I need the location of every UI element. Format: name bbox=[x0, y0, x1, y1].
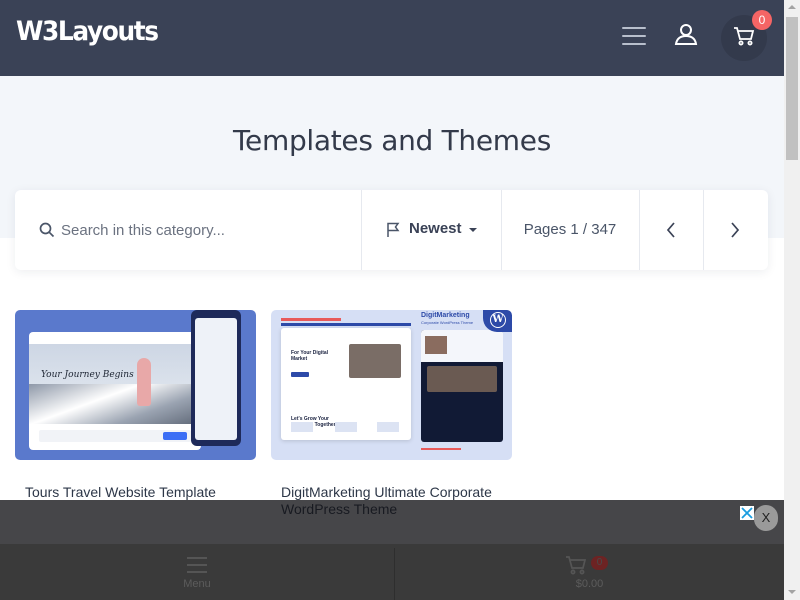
search-box[interactable] bbox=[15, 190, 361, 270]
thumb-script-text: Your Journey Begins bbox=[41, 370, 134, 380]
site-header: W3Layouts 0 bbox=[0, 0, 784, 76]
thumb-heading: For Your Digital Market bbox=[291, 350, 329, 362]
page: W3Layouts 0 Templates and Themes Search … bbox=[0, 0, 784, 600]
prev-page-button[interactable] bbox=[639, 190, 704, 270]
wordpress-icon: W bbox=[483, 310, 512, 332]
cart-count-badge: 0 bbox=[591, 556, 608, 570]
scroll-up-arrow-icon[interactable] bbox=[788, 5, 796, 9]
search-icon bbox=[39, 222, 55, 238]
thumb-brand: DigitMarketing bbox=[421, 312, 470, 319]
template-thumbnail[interactable]: For Your Digital Market Let's Grow Your … bbox=[271, 310, 512, 460]
scrollbar-thumb[interactable] bbox=[786, 17, 798, 160]
cart-total: $0.00 bbox=[575, 578, 604, 590]
pagination-info: Pages 1 / 347 bbox=[523, 221, 617, 238]
search-input[interactable] bbox=[61, 216, 351, 244]
cart-icon bbox=[734, 27, 755, 46]
cart-count-badge: 0 bbox=[752, 10, 772, 30]
page-scrollbar[interactable] bbox=[784, 0, 800, 600]
bottom-cart-button[interactable]: 0 $0.00 bbox=[395, 544, 784, 600]
template-title[interactable]: Tours Travel Website Template bbox=[25, 484, 250, 501]
ad-banner bbox=[0, 500, 784, 544]
user-icon[interactable] bbox=[673, 22, 699, 48]
template-thumbnail[interactable]: Your Journey Begins bbox=[15, 310, 256, 460]
cart-icon bbox=[566, 556, 587, 575]
bottom-nav-bar: Menu 0 $0.00 bbox=[0, 544, 784, 600]
menu-label: Menu bbox=[183, 578, 211, 590]
scroll-down-arrow-icon[interactable] bbox=[788, 590, 796, 594]
sort-label: Newest bbox=[409, 220, 462, 237]
filter-toolbar: Newest Pages 1 / 347 bbox=[15, 190, 768, 270]
caret-down-icon bbox=[469, 228, 477, 232]
hamburger-icon[interactable] bbox=[622, 27, 646, 47]
bottom-menu-button[interactable]: Menu bbox=[0, 544, 394, 600]
hamburger-icon bbox=[187, 557, 207, 578]
page-title: Templates and Themes bbox=[233, 124, 551, 157]
traveler-image bbox=[137, 358, 151, 406]
sort-dropdown[interactable]: Newest bbox=[361, 190, 501, 270]
ad-info-icon[interactable] bbox=[740, 506, 754, 520]
site-logo[interactable]: W3Layouts bbox=[16, 16, 159, 47]
chevron-left-icon bbox=[666, 222, 675, 238]
chevron-right-icon bbox=[731, 222, 740, 238]
ad-close-button[interactable]: X bbox=[754, 505, 778, 531]
flag-icon bbox=[387, 222, 400, 237]
next-page-button[interactable] bbox=[703, 190, 768, 270]
thumb-subtitle: Corporate WordPress Theme bbox=[421, 320, 474, 325]
